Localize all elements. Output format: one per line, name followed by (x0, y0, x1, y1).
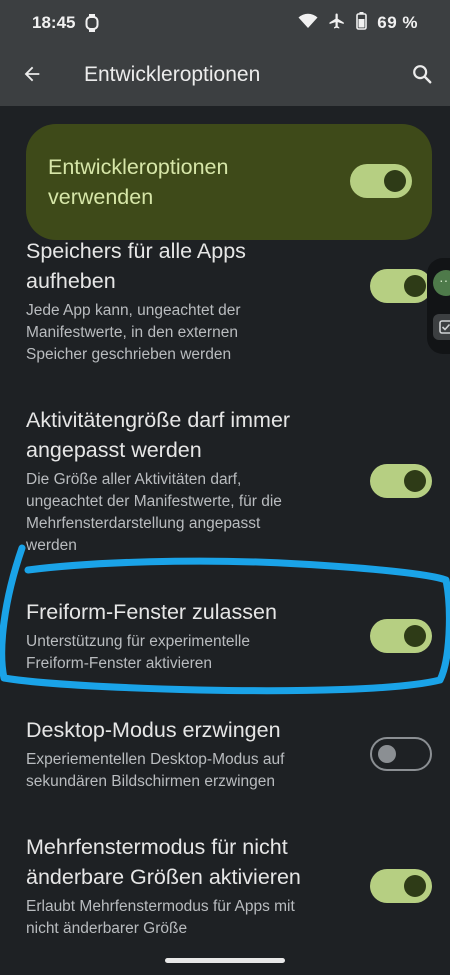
more-dots-icon[interactable]: ··· (433, 270, 450, 296)
setting-desc-line: Erlaubt Mehrfenstermodus für Apps mit (26, 898, 295, 915)
setting-desc-line: Manifestwerte, in den externen (26, 324, 238, 341)
battery-percent: 69 % (377, 13, 418, 32)
setting-title: Freiform-Fenster zulassen (26, 600, 277, 624)
search-button[interactable] (406, 60, 438, 92)
setting-desc-line: Die Größe aller Aktivitäten darf, (26, 471, 242, 488)
main-switch-label-line: Entwickleroptionen (48, 155, 229, 179)
floating-edge-panel[interactable]: ··· (427, 258, 450, 354)
toggle-knob (404, 470, 426, 492)
checkbox-icon[interactable] (433, 314, 450, 340)
developer-options-main-switch[interactable]: Entwickleroptionen verwenden (26, 124, 432, 240)
setting-desc-line: nicht änderbarer Größe (26, 920, 188, 937)
setting-title: Desktop-Modus erzwingen (26, 718, 281, 742)
setting-desc-line: Jede App kann, ungeachtet der (26, 302, 241, 319)
battery-icon (356, 11, 368, 35)
toggle-knob (404, 625, 426, 647)
toggle-knob (378, 745, 396, 763)
toggle-knob (404, 875, 426, 897)
page-title: Entwickleroptionen (84, 63, 261, 86)
setting-title-line: Mehrfenstermodus für nicht (26, 835, 288, 859)
app-bar: Entwickleroptionen (0, 46, 450, 106)
setting-title: Speichers für alle Apps aufheben (26, 236, 346, 296)
setting-title-line: änderbare Größen aktivieren (26, 865, 301, 889)
status-bar: 18:45 69 % (0, 0, 450, 46)
wifi-icon (298, 13, 318, 34)
setting-title-line: angepasst werden (26, 438, 202, 462)
back-button[interactable] (16, 60, 48, 92)
status-time: 18:45 (32, 13, 76, 32)
arrow-back-icon (21, 63, 43, 90)
main-switch-label-line: verwenden (48, 185, 154, 209)
setting-desc-line: Unterstützung für experimentelle (26, 633, 251, 650)
toggle-developer-options[interactable] (350, 164, 412, 198)
setting-description: Jede App kann, ungeachtet der Manifestwe… (26, 300, 346, 366)
setting-description: Die Größe aller Aktivitäten darf, ungeac… (26, 469, 366, 557)
setting-title-line: Speichers für alle Apps (26, 239, 246, 263)
toggle-external-storage[interactable] (370, 269, 432, 303)
setting-description: Erlaubt Mehrfenstermodus für Apps mit ni… (26, 896, 366, 940)
home-indicator[interactable] (165, 958, 285, 963)
setting-desc-line: Mehrfensterdarstellung angepasst (26, 515, 261, 532)
setting-desc-line: Freiform-Fenster aktivieren (26, 655, 213, 672)
toggle-resizable-activities[interactable] (370, 464, 432, 498)
airplane-icon (328, 12, 346, 35)
setting-freeform-windows[interactable]: Freiform-Fenster zulassen Unterstützung … (26, 597, 346, 675)
setting-desc-line: werden (26, 537, 77, 554)
setting-non-resizable-multiwindow[interactable]: Mehrfenstermodus für nicht änderbare Grö… (26, 832, 366, 940)
setting-desc-line: Speicher geschrieben werden (26, 346, 232, 363)
setting-desc-line: Experiementellen Desktop-Modus auf (26, 751, 285, 768)
setting-description: Experiementellen Desktop-Modus auf sekun… (26, 749, 346, 793)
main-switch-label: Entwickleroptionen verwenden (48, 152, 228, 212)
setting-desc-line: sekundären Bildschirmen erzwingen (26, 773, 275, 790)
watch-icon (85, 13, 99, 33)
toggle-knob (404, 275, 426, 297)
setting-title: Mehrfenstermodus für nicht änderbare Grö… (26, 832, 366, 892)
setting-title-line: Aktivitätengröße darf immer (26, 408, 291, 432)
setting-desc-line: ungeachtet der Manifestwerte, für die (26, 493, 282, 510)
setting-title-line: aufheben (26, 269, 116, 293)
setting-force-desktop-mode[interactable]: Desktop-Modus erzwingen Experiementellen… (26, 715, 346, 793)
setting-description: Unterstützung für experimentelle Freifor… (26, 631, 346, 675)
toggle-freeform-windows[interactable] (370, 619, 432, 653)
toggle-non-resizable-multiwindow[interactable] (370, 869, 432, 903)
setting-title: Aktivitätengröße darf immer angepasst we… (26, 405, 366, 465)
toggle-force-desktop-mode[interactable] (370, 737, 432, 771)
setting-external-storage[interactable]: Speichers für alle Apps aufheben Jede Ap… (26, 236, 346, 366)
setting-resizable-activities[interactable]: Aktivitätengröße darf immer angepasst we… (26, 405, 366, 557)
toggle-knob (384, 170, 406, 192)
search-icon (411, 63, 433, 90)
